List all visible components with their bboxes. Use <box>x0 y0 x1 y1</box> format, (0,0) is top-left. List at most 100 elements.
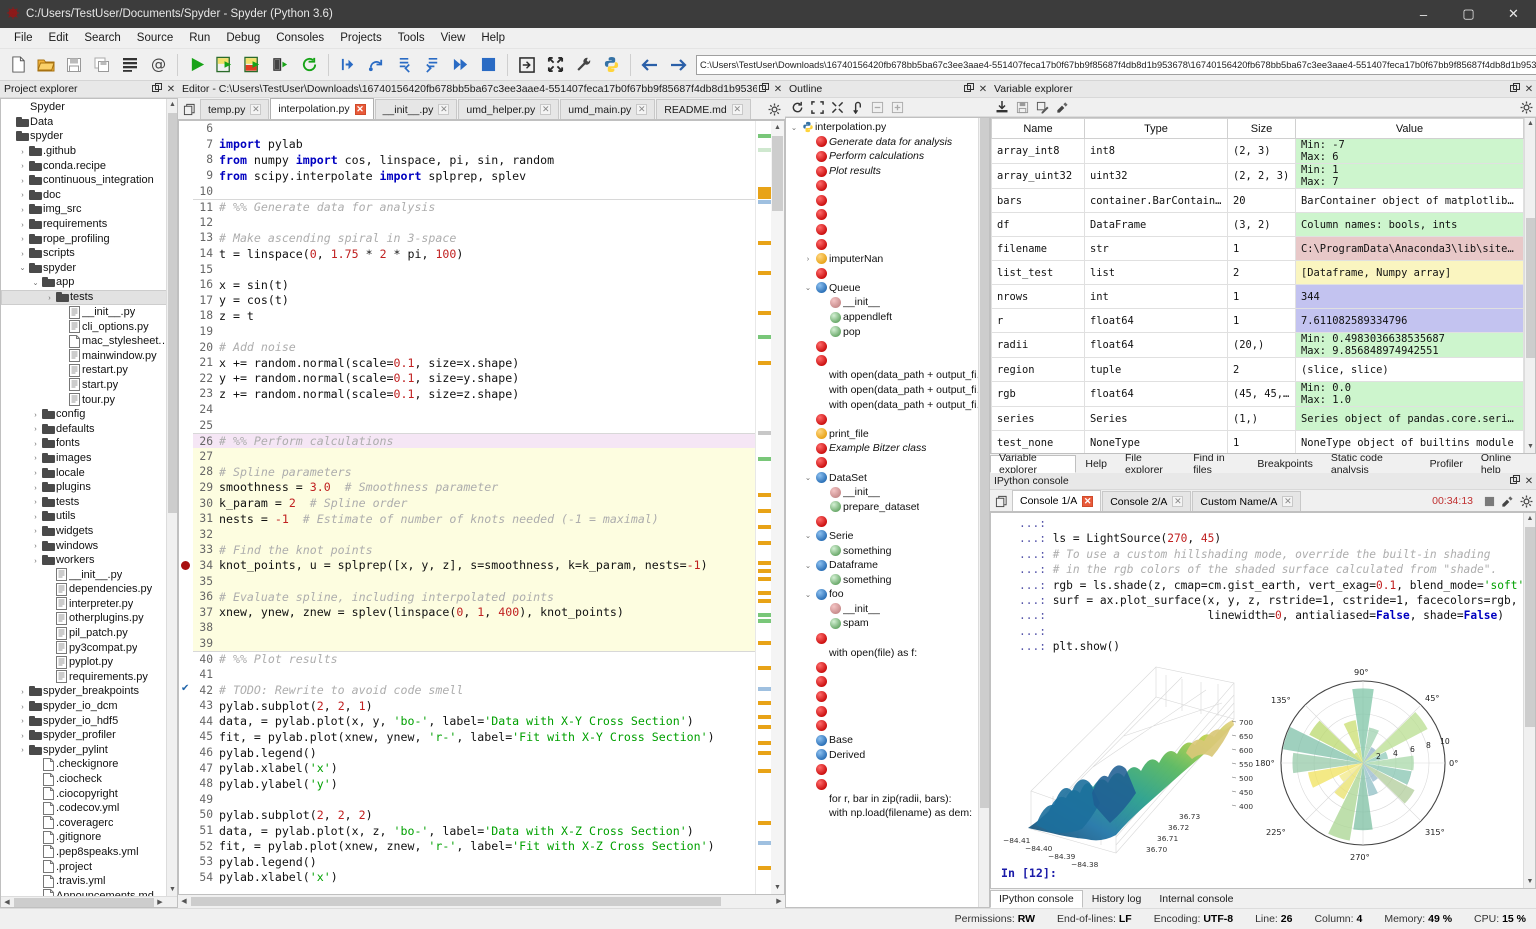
console-tab-1[interactable]: Console 1/A ✕ <box>1012 490 1102 511</box>
tree-file-item[interactable]: start.py <box>1 378 177 393</box>
tab-close-icon[interactable]: ✕ <box>731 104 743 115</box>
column-header-size[interactable]: Size <box>1227 118 1296 139</box>
tree-file-item[interactable]: dependencies.py <box>1 582 177 597</box>
bottom-tab-history-log[interactable]: History log <box>1083 890 1151 908</box>
chevron-right-icon[interactable]: › <box>17 716 28 725</box>
chevron-right-icon[interactable]: › <box>17 190 28 199</box>
tree-file-item[interactable]: interpreter.py <box>1 597 177 612</box>
chevron-right-icon[interactable]: › <box>17 731 28 740</box>
table-row[interactable]: rgb float64 (45, 45, 4) Min: 0.0 Max: 1.0 <box>991 381 1524 407</box>
column-header-value[interactable]: Value <box>1295 118 1524 139</box>
table-row[interactable]: array_int8 int8 (2, 3) Min: -7 Max: 6 <box>991 138 1524 164</box>
editor-tab-umd-helper-py[interactable]: umd_helper.py ✕ <box>458 99 560 119</box>
chevron-right-icon[interactable]: › <box>17 249 28 258</box>
outline-item[interactable]: prepare_dataset <box>786 499 989 514</box>
bottom-tab-help[interactable]: Help <box>1076 455 1116 473</box>
scroll-flag-marker[interactable] <box>758 195 771 199</box>
scroll-flag-marker[interactable] <box>758 715 771 719</box>
menu-source[interactable]: Source <box>129 30 181 46</box>
tree-file-item[interactable]: .project <box>1 859 177 874</box>
save-all-icon[interactable] <box>88 52 116 78</box>
tree-folder-item[interactable]: › img_src <box>1 202 177 217</box>
scroll-flag-marker[interactable] <box>758 311 771 315</box>
code-line[interactable]: 40 # %% Plot results <box>193 651 755 667</box>
code-line[interactable]: 48 pylab.ylabel('y') <box>193 776 755 792</box>
tree-folder-item[interactable]: › spyder_breakpoints <box>1 684 177 699</box>
code-line[interactable]: 53 pylab.legend() <box>193 854 755 870</box>
code-line[interactable]: 31 nests = -1 # Estimate of number of kno… <box>193 510 755 527</box>
chevron-right-icon[interactable]: › <box>30 526 41 535</box>
scroll-down-icon[interactable]: ▼ <box>1525 441 1535 453</box>
code-line[interactable]: 9 from scipy.interpolate import splprep, … <box>193 168 755 184</box>
scroll-right-icon[interactable]: ▶ <box>773 895 785 908</box>
outline-item[interactable]: with open(data_path + output_file_n... <box>786 397 989 412</box>
chevron-right-icon[interactable]: › <box>30 512 41 521</box>
outline-item[interactable] <box>786 208 989 223</box>
editor-gutter[interactable]: ✔ <box>179 121 193 894</box>
scroll-flag-marker[interactable] <box>758 769 771 773</box>
fit-contents-icon[interactable] <box>807 99 827 116</box>
console-options-gear-icon[interactable] <box>1516 491 1536 511</box>
tree-folder-item[interactable]: › fonts <box>1 436 177 451</box>
chevron-right-icon[interactable]: › <box>17 687 28 696</box>
outline-item[interactable]: with open(file) as f: <box>786 645 989 660</box>
tree-folder-item[interactable]: › spyder_io_dcm <box>1 699 177 714</box>
tree-file-item[interactable]: __init__.py <box>1 305 177 320</box>
outline-item[interactable]: Perform calculations <box>786 149 989 164</box>
console-scrollbar[interactable]: ▲ ▼ <box>1523 513 1535 888</box>
tree-folder-item[interactable]: spyder <box>1 129 177 144</box>
outline-item[interactable]: something <box>786 543 989 558</box>
editor-vertical-scrollbar[interactable]: ▲ ▼ <box>771 121 784 894</box>
code-line[interactable]: 24 <box>193 402 755 418</box>
run-selection-icon[interactable] <box>267 52 295 78</box>
scroll-flag-marker[interactable] <box>758 361 771 365</box>
project-horizontal-scrollbar[interactable]: ◀ ▶ <box>1 896 177 907</box>
table-row[interactable]: radii float64 (20,) Min: 0.4983036638535687… <box>991 332 1524 358</box>
code-line[interactable]: 44 data, = pylab.plot(x, y, 'bo-', label=… <box>193 714 755 730</box>
tree-folder-item[interactable]: ⌄ app <box>1 275 177 290</box>
console-tab-3[interactable]: Custom Name/A ✕ <box>1192 491 1302 511</box>
scroll-flag-marker[interactable] <box>758 134 771 138</box>
tree-folder-item[interactable]: › spyder_pylint <box>1 743 177 758</box>
code-line[interactable]: 14 t = linspace(0, 1.75 * 2 * pi, 100) <box>193 246 755 262</box>
tree-folder-item[interactable]: › doc <box>1 188 177 203</box>
code-line[interactable]: 54 pylab.xlabel('x') <box>193 870 755 886</box>
project-tree[interactable]: Spyder Data spyder › .github › conda.recipe › co… <box>1 99 177 907</box>
tree-file-item[interactable]: .ciocheck <box>1 772 177 787</box>
outline-item[interactable] <box>786 193 989 208</box>
outline-item[interactable] <box>786 718 989 733</box>
tree-folder-item[interactable]: › defaults <box>1 421 177 436</box>
scroll-flag-marker[interactable] <box>758 241 771 245</box>
outline-item[interactable]: ⌄ foo <box>786 587 989 602</box>
scroll-up-icon[interactable]: ▲ <box>1524 513 1535 525</box>
chevron-right-icon[interactable]: › <box>802 254 814 263</box>
code-line[interactable]: 41 <box>193 667 755 683</box>
tree-file-item[interactable]: .ciocopyright <box>1 786 177 801</box>
tree-file-item[interactable]: .travis.yml <box>1 874 177 889</box>
bottom-tab-find-in-files[interactable]: Find in files <box>1184 452 1248 476</box>
refresh-icon[interactable] <box>787 99 807 116</box>
tree-folder-item[interactable]: › .github <box>1 144 177 159</box>
table-row[interactable]: list_test list 2 [Dataframe, Numpy array] <box>991 260 1524 285</box>
variable-explorer-options-gear-icon[interactable] <box>1516 99 1536 116</box>
outline-item[interactable] <box>786 339 989 354</box>
todo-marker[interactable]: ✔ <box>181 683 189 694</box>
outline-item[interactable]: ⌄ Serie <box>786 529 989 544</box>
console-tab-close-icon[interactable]: ✕ <box>1282 496 1294 507</box>
outline-item[interactable]: with open(data_path + output_file_n... <box>786 368 989 383</box>
scroll-flag-marker[interactable] <box>758 457 771 461</box>
close-icon[interactable]: ✕ <box>164 84 178 95</box>
scroll-flag-marker[interactable] <box>758 591 771 595</box>
code-line[interactable]: 33 # Find the knot points <box>193 542 755 558</box>
menu-view[interactable]: View <box>433 30 474 46</box>
debug-step-into-icon[interactable] <box>390 52 418 78</box>
tree-folder-item[interactable]: › widgets <box>1 524 177 539</box>
code-line[interactable]: 23 z += random.normal(scale=0.1, size=z.s… <box>193 386 755 402</box>
outline-item[interactable]: Plot results <box>786 164 989 179</box>
chevron-right-icon[interactable]: › <box>30 424 41 433</box>
tree-folder-item[interactable]: › windows <box>1 538 177 553</box>
scroll-left-icon[interactable]: ◀ <box>1 897 13 907</box>
find-replace-icon[interactable] <box>116 52 144 78</box>
import-data-icon[interactable] <box>992 99 1012 116</box>
chevron-right-icon[interactable]: › <box>17 205 28 214</box>
